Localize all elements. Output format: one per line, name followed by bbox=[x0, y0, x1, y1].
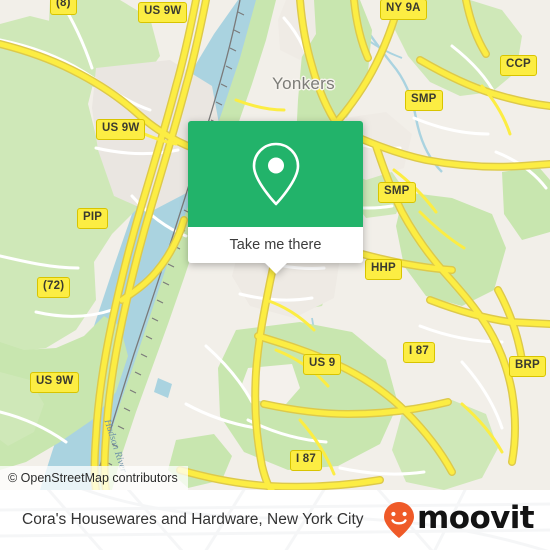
attribution-text: © OpenStreetMap contributors bbox=[8, 471, 178, 485]
place-name-label: Cora's Housewares and Hardware, New York… bbox=[22, 511, 364, 528]
popup-pointer bbox=[263, 262, 288, 274]
map-canvas[interactable]: Yonkers Hudson River (8) US 9W NY 9A CCP… bbox=[0, 0, 550, 490]
map-attribution[interactable]: © OpenStreetMap contributors bbox=[0, 466, 188, 490]
moovit-logo[interactable]: moovit bbox=[383, 490, 535, 550]
bottom-info-bar: Cora's Housewares and Hardware, New York… bbox=[0, 490, 550, 550]
take-me-there-label: Take me there bbox=[229, 237, 322, 253]
moovit-wordmark: moovit bbox=[417, 500, 535, 536]
moovit-pin-icon bbox=[384, 502, 415, 538]
map-pin-icon bbox=[252, 142, 299, 206]
take-me-there-button[interactable]: Take me there bbox=[188, 227, 363, 263]
place-popup-card[interactable]: Take me there bbox=[188, 121, 363, 274]
popup-header bbox=[188, 121, 363, 227]
moovit-place-map-screenshot: Yonkers Hudson River (8) US 9W NY 9A CCP… bbox=[0, 0, 550, 550]
